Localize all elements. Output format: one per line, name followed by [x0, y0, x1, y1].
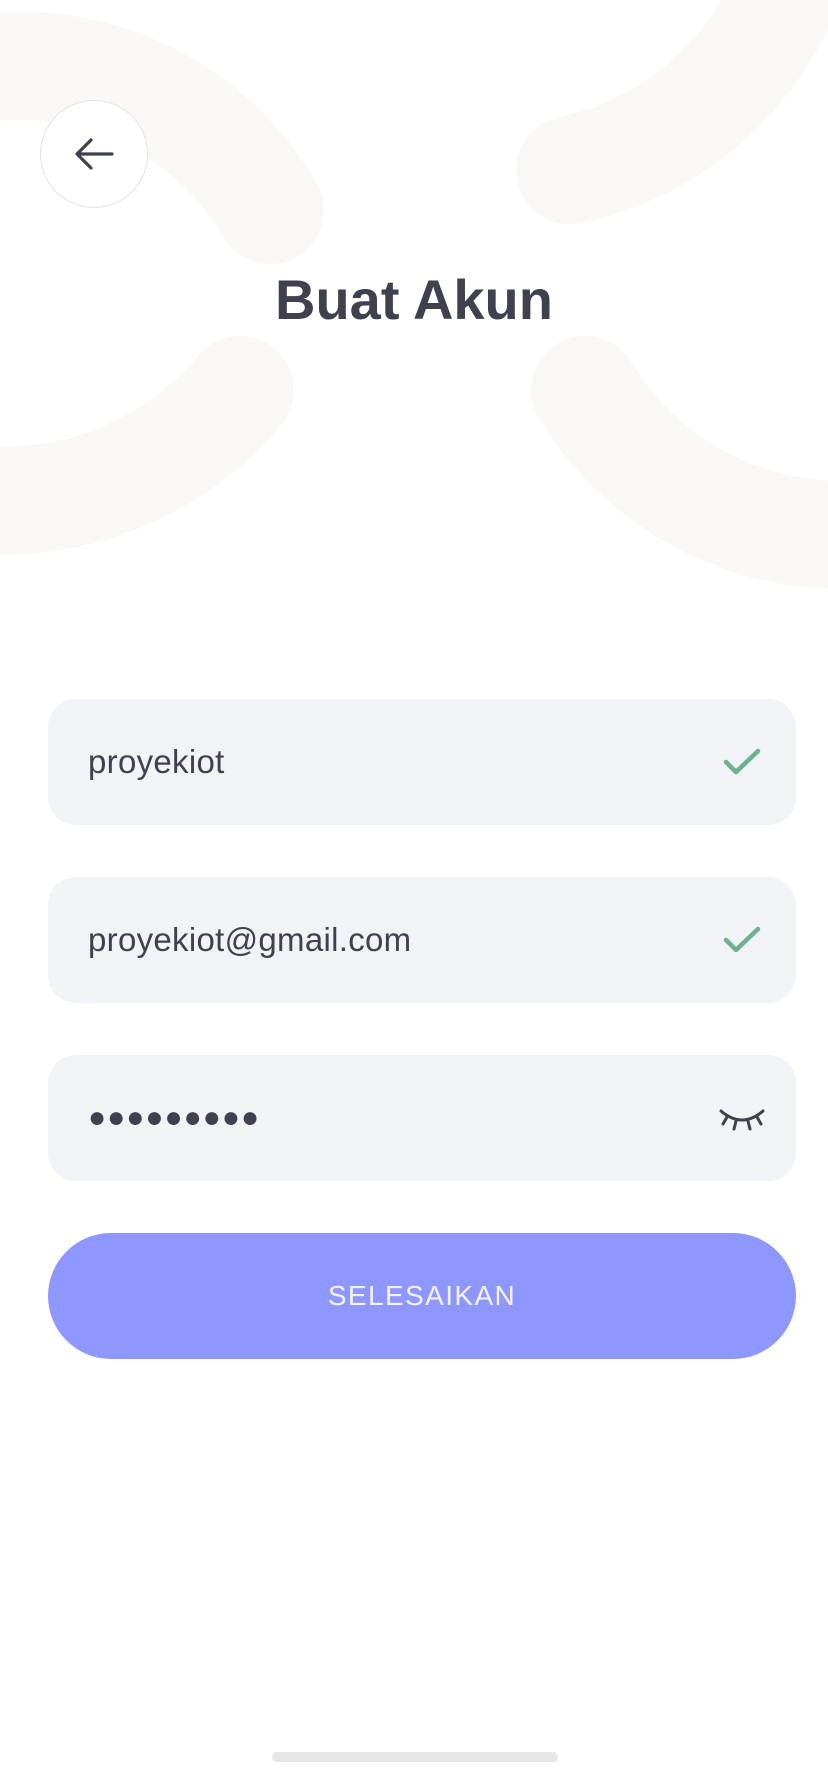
arrow-left-icon — [75, 138, 114, 170]
page-title: Buat Akun — [275, 268, 553, 331]
username-value[interactable]: proyekiot — [88, 743, 225, 781]
check-icon — [718, 738, 766, 786]
submit-button[interactable]: SELESAIKAN — [48, 1233, 796, 1359]
password-value[interactable]: ●●●●●●●●● — [88, 1101, 260, 1135]
check-icon — [718, 916, 766, 964]
home-indicator[interactable] — [272, 1752, 558, 1762]
email-value[interactable]: proyekiot@gmail.com — [88, 921, 411, 959]
username-field[interactable]: proyekiot — [48, 699, 796, 825]
back-button[interactable] — [40, 100, 148, 208]
email-field[interactable]: proyekiot@gmail.com — [48, 877, 796, 1003]
password-field[interactable]: ●●●●●●●●● — [48, 1055, 796, 1181]
eye-closed-icon[interactable] — [718, 1094, 766, 1142]
